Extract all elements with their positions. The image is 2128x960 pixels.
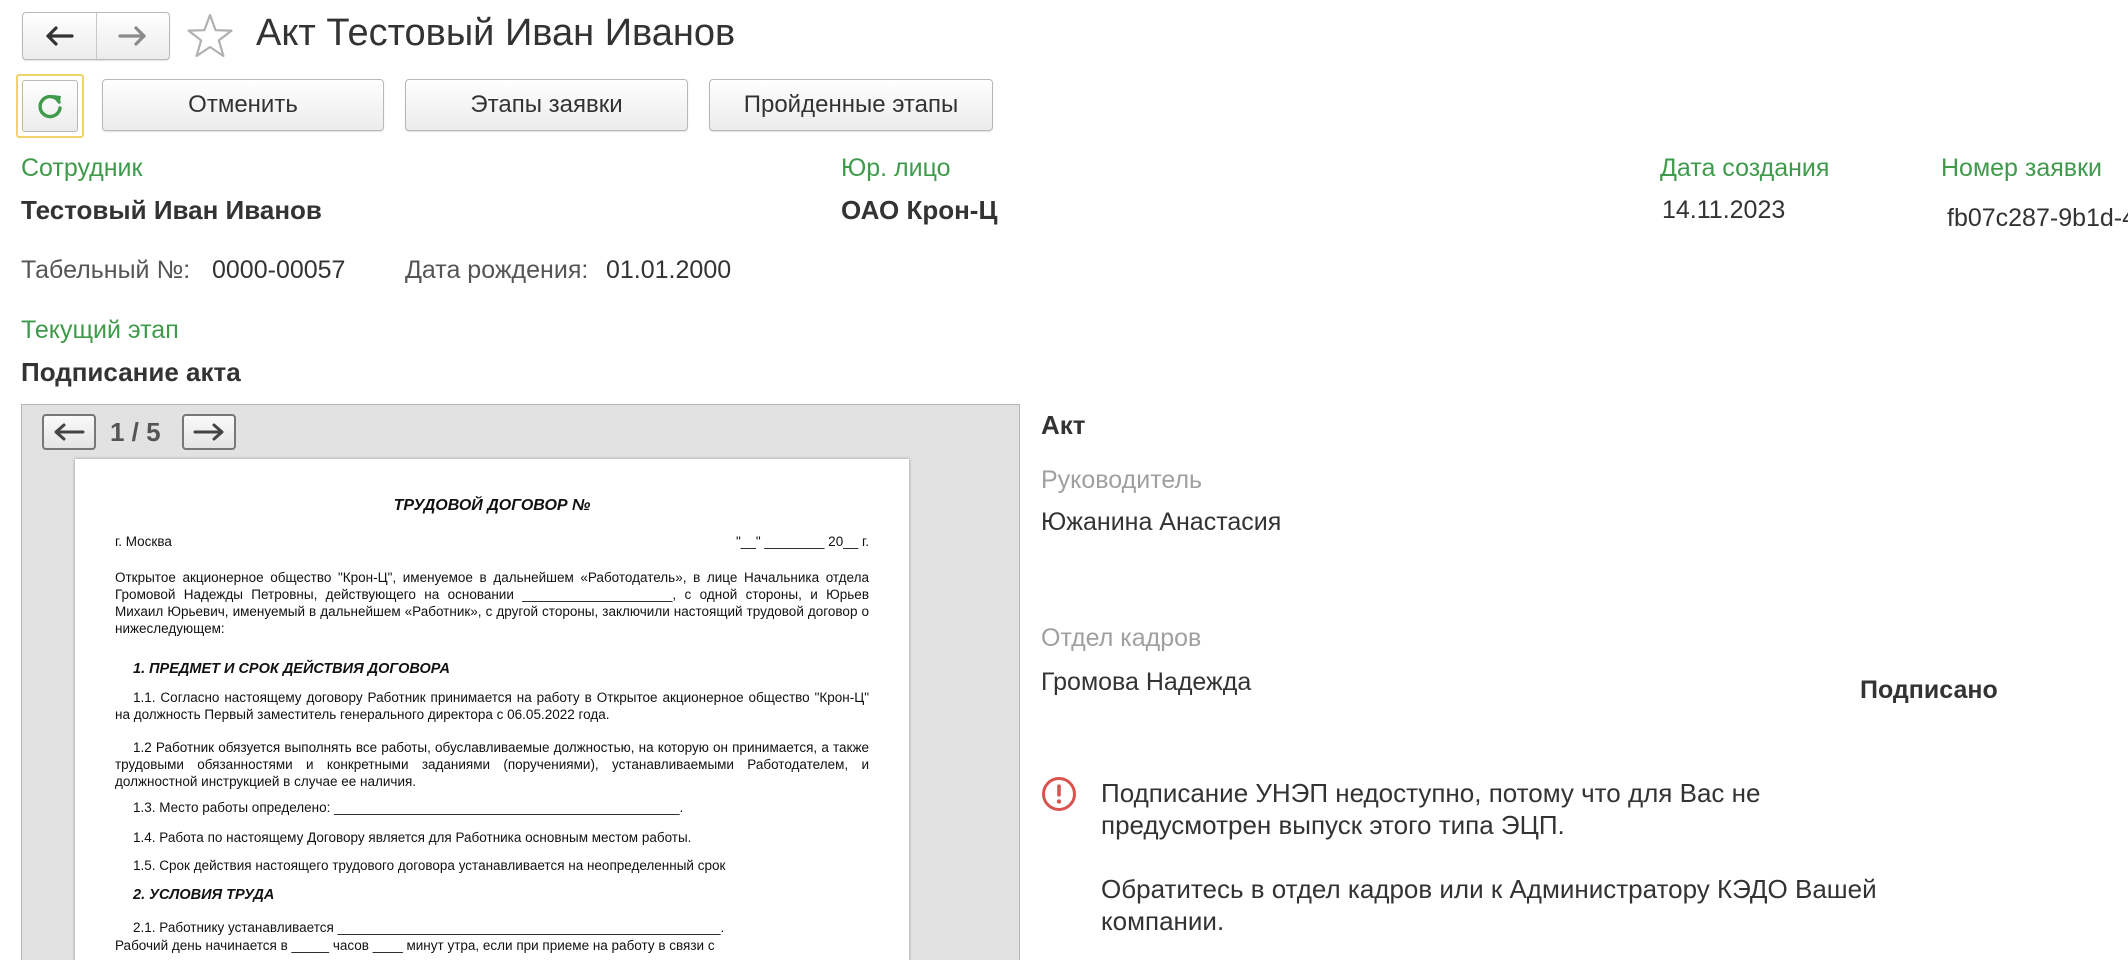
manager-label: Руководитель — [1041, 466, 1203, 494]
birth-date-value: 01.01.2000 — [606, 256, 732, 284]
manager-value: Южанина Анастасия — [1041, 508, 1282, 536]
passed-stages-button[interactable]: Пройденные этапы — [709, 79, 993, 131]
request-number-label: Номер заявки — [1941, 154, 2102, 182]
request-number-value: fb07c287-9b1d-4 — [1947, 204, 2128, 232]
request-number-clip: fb07c287-9b1d-4 — [1947, 204, 2128, 238]
doc-p1-4: 1.4. Работа по настоящему Договору являе… — [133, 830, 692, 845]
warning-line-3: Обратитесь в отдел кадров или к Админист… — [1101, 874, 1877, 904]
employee-value: Тестовый Иван Иванов — [21, 195, 322, 225]
refresh-button-face — [22, 80, 78, 132]
exclamation-circle-icon — [1042, 777, 1076, 811]
doc-p2-2: Рабочий день начинается в _____ часов __… — [115, 938, 715, 953]
refresh-icon — [38, 94, 62, 119]
doc-intro: Открытое акционерное общество "Крон-Ц", … — [115, 570, 869, 636]
arrow-left-icon — [46, 26, 74, 46]
doc-p1-1: 1.1. Согласно настоящему договору Работн… — [115, 690, 869, 722]
history-nav — [22, 12, 170, 60]
arrow-right-icon — [193, 423, 224, 441]
tab-number-label: Табельный №: — [21, 256, 191, 284]
refresh-button[interactable] — [16, 74, 84, 138]
page-counter: 1 / 5 — [110, 417, 161, 447]
doc-p2-1: 2.1. Работнику устанавливается _________… — [133, 920, 725, 935]
legal-entity-value: ОАО Крон-Ц — [841, 195, 998, 225]
hr-value: Громова Надежда — [1041, 668, 1252, 696]
doc-date-line: "__" ________ 20__ г. — [736, 534, 869, 549]
doc-section-1: 1. ПРЕДМЕТ И СРОК ДЕЙСТВИЯ ДОГОВОРА — [133, 661, 451, 677]
doc-p1-5: 1.5. Срок действия настоящего трудового … — [133, 858, 726, 873]
creation-date-value: 14.11.2023 — [1662, 196, 1786, 224]
warning-line-4: компании. — [1101, 906, 1225, 936]
doc-p1-3: 1.3. Место работы определено: __________… — [133, 800, 684, 815]
warning-line-1: Подписание УНЭП недоступно, потому что д… — [1101, 778, 1761, 808]
stages-button[interactable]: Этапы заявки — [405, 79, 688, 131]
arrow-left-icon — [54, 423, 85, 441]
act-label: Акт — [1041, 410, 1086, 440]
legal-entity-label: Юр. лицо — [841, 154, 951, 182]
doc-section-2: 2. УСЛОВИЯ ТРУДА — [133, 887, 275, 903]
arrow-right-icon — [118, 26, 146, 46]
doc-title: ТРУДОВОЙ ДОГОВОР № — [393, 497, 591, 514]
birth-date-label: Дата рождения: — [405, 256, 589, 284]
current-stage-label: Текущий этап — [21, 316, 179, 344]
next-page-button[interactable] — [182, 414, 236, 450]
cancel-button[interactable]: Отменить — [102, 79, 384, 131]
forward-button[interactable] — [95, 13, 170, 59]
warning-line-2: предусмотрен выпуск этого типа ЭЦП. — [1101, 810, 1565, 840]
creation-date-label: Дата создания — [1660, 154, 1830, 182]
document-viewer[interactable]: 1 / 5 ТРУДОВОЙ ДОГОВОР № г. Москва "__" … — [21, 404, 1020, 960]
document-page: ТРУДОВОЙ ДОГОВОР № г. Москва "__" ______… — [75, 459, 909, 960]
current-stage-value: Подписание акта — [21, 357, 241, 387]
employee-label: Сотрудник — [21, 154, 143, 182]
tab-number-value: 0000-00057 — [212, 256, 346, 284]
back-button[interactable] — [23, 13, 96, 59]
page-title: Акт Тестовый Иван Иванов — [256, 12, 736, 54]
signed-status: Подписано — [1860, 676, 1998, 704]
hr-label: Отдел кадров — [1041, 624, 1202, 652]
prev-page-button[interactable] — [42, 414, 96, 450]
doc-p1-2: 1.2 Работник обязуется выполнять все раб… — [115, 740, 869, 789]
star-icon[interactable] — [186, 12, 234, 60]
